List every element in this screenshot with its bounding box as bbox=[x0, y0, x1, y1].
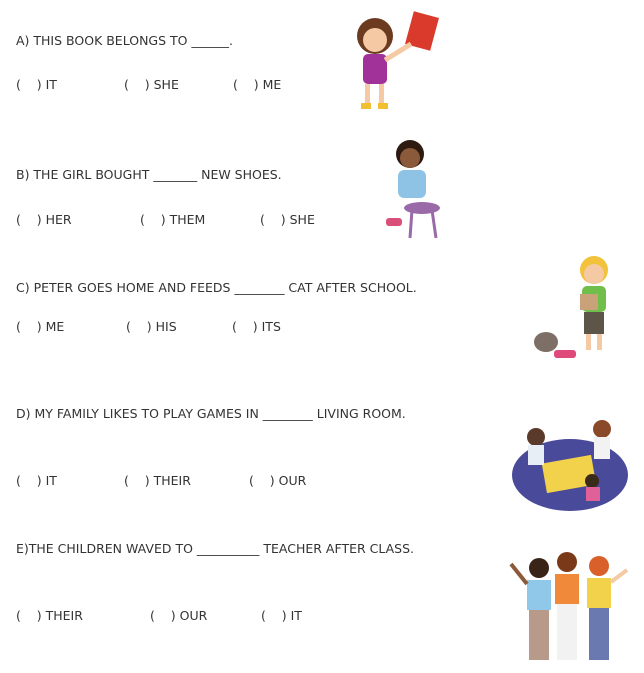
boy-feeding-cat-image bbox=[534, 256, 608, 358]
option-c-3[interactable]: ( ) ITS bbox=[232, 318, 281, 336]
option-d-1[interactable]: ( ) IT bbox=[16, 472, 57, 490]
question-e: E)THE CHILDREN WAVED TO __________ TEACH… bbox=[16, 541, 415, 556]
children-waving-image bbox=[509, 552, 629, 660]
option-b-1[interactable]: ( ) HER bbox=[16, 211, 72, 229]
option-e-2[interactable]: ( ) OUR bbox=[150, 607, 207, 625]
question-c: C) PETER GOES HOME AND FEEDS ________ CA… bbox=[16, 280, 417, 295]
girl-putting-on-shoes-image bbox=[386, 140, 440, 239]
option-b-3[interactable]: ( ) SHE bbox=[260, 211, 315, 229]
option-a-2[interactable]: ( ) SHE bbox=[124, 76, 179, 94]
option-d-2[interactable]: ( ) THEIR bbox=[124, 472, 191, 490]
option-a-1[interactable]: ( ) IT bbox=[16, 76, 57, 94]
question-b: B) THE GIRL BOUGHT _______ NEW SHOES. bbox=[16, 167, 282, 182]
option-b-2[interactable]: ( ) THEM bbox=[140, 211, 205, 229]
question-d: D) MY FAMILY LIKES TO PLAY GAMES IN ____… bbox=[16, 406, 406, 421]
option-e-3[interactable]: ( ) IT bbox=[261, 607, 302, 625]
girl-holding-book-image bbox=[357, 11, 439, 109]
family-playing-board-game-image bbox=[512, 420, 628, 511]
option-d-3[interactable]: ( ) OUR bbox=[249, 472, 306, 490]
option-c-1[interactable]: ( ) ME bbox=[16, 318, 64, 336]
option-e-1[interactable]: ( ) THEIR bbox=[16, 607, 83, 625]
question-a: A) THIS BOOK BELONGS TO ______. bbox=[16, 33, 233, 48]
option-a-3[interactable]: ( ) ME bbox=[233, 76, 281, 94]
option-c-2[interactable]: ( ) HIS bbox=[126, 318, 177, 336]
